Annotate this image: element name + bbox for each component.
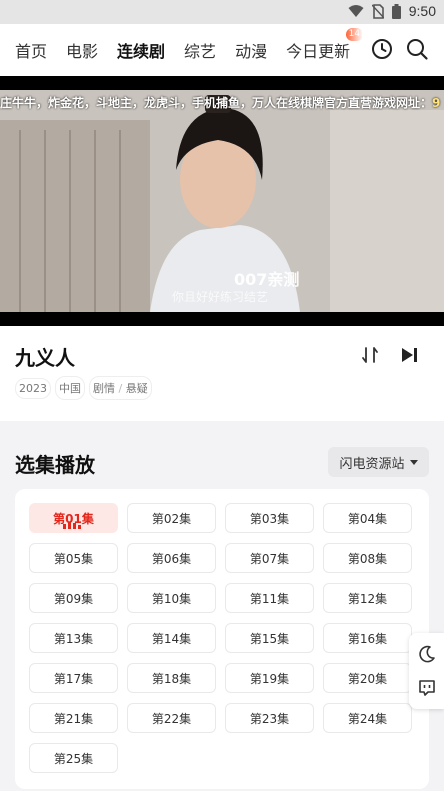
tab-anime[interactable]: 动漫 xyxy=(235,38,267,62)
episode-button[interactable]: 第08集 xyxy=(323,543,412,573)
tab-home[interactable]: 首页 xyxy=(15,38,47,62)
status-bar: 9:50 xyxy=(0,0,444,24)
episode-button[interactable]: 第14集 xyxy=(127,623,216,653)
episode-label: 第18集 xyxy=(151,671,192,686)
episode-button[interactable]: 第10集 xyxy=(127,583,216,613)
episode-label: 第06集 xyxy=(151,551,192,566)
episode-button[interactable]: 第21集 xyxy=(29,703,118,733)
episode-label: 第05集 xyxy=(53,551,94,566)
episode-button[interactable]: 第17集 xyxy=(29,663,118,693)
episode-label: 第22集 xyxy=(151,711,192,726)
genre-tag: 悬疑 xyxy=(125,382,148,395)
tab-movies[interactable]: 电影 xyxy=(66,38,98,62)
episode-button[interactable]: 第04集 xyxy=(323,503,412,533)
episode-button[interactable]: 第23集 xyxy=(225,703,314,733)
tab-series[interactable]: 连续剧 xyxy=(117,38,165,63)
genre-separator: / xyxy=(118,382,123,395)
sort-order-icon[interactable] xyxy=(360,345,380,365)
episodes-header: 选集播放 闪电资源站 xyxy=(0,421,444,487)
episode-label: 第17集 xyxy=(53,671,94,686)
episode-button[interactable]: 第03集 xyxy=(225,503,314,533)
history-icon[interactable] xyxy=(370,37,394,61)
episode-grid: 第01集 第02集 第03集 第04集第05集 第06集 第07集 第08集第09集 第10集… xyxy=(29,503,415,773)
source-label: 闪电资源站 xyxy=(339,456,405,472)
episode-button[interactable]: 第18集 xyxy=(127,663,216,693)
episode-label: 第10集 xyxy=(151,591,192,606)
dark-mode-icon[interactable] xyxy=(418,645,436,663)
marquee-ad: 庄牛牛，炸金花，斗地主，龙虎斗，手机捕鱼，万人在线棋牌官方直营游戏网址：9 xyxy=(0,94,440,111)
status-time: 9:50 xyxy=(408,3,436,19)
episode-label: 第20集 xyxy=(347,671,388,686)
episode-label: 第14集 xyxy=(151,631,192,646)
no-sim-icon xyxy=(371,3,384,19)
episode-button[interactable]: 第22集 xyxy=(127,703,216,733)
episode-button[interactable]: 第20集 xyxy=(323,663,412,693)
year-tag: 2023 xyxy=(15,377,51,399)
video-subtitle: 你且好好练习结艺 xyxy=(172,290,269,304)
chevron-down-icon xyxy=(409,459,418,465)
episode-label: 第23集 xyxy=(249,711,290,726)
episode-label: 第11集 xyxy=(249,591,290,606)
episode-label: 第19集 xyxy=(249,671,290,686)
episode-button[interactable]: 第02集 xyxy=(127,503,216,533)
marquee-text: 庄牛牛，炸金花，斗地主，龙虎斗，手机捕鱼，万人在线棋牌官方直营游戏网址： xyxy=(0,96,433,110)
episode-button[interactable]: 第19集 xyxy=(225,663,314,693)
episode-button[interactable]: 第11集 xyxy=(225,583,314,613)
episode-label: 第25集 xyxy=(53,751,94,766)
video-player[interactable]: 庄牛牛，炸金花，斗地主，龙虎斗，手机捕鱼，万人在线棋牌官方直营游戏网址：9 00… xyxy=(0,76,444,326)
show-meta: 2023 中国 剧情 / 悬疑 xyxy=(15,376,152,400)
genre-tags: 剧情 / 悬疑 xyxy=(89,376,152,400)
episode-list-card: 第01集 第02集 第03集 第04集第05集 第06集 第07集 第08集第09集 第10集… xyxy=(15,489,429,789)
episode-button[interactable]: 第24集 xyxy=(323,703,412,733)
episode-label: 第15集 xyxy=(249,631,290,646)
episode-button[interactable]: 第09集 xyxy=(29,583,118,613)
feedback-icon[interactable] xyxy=(418,679,436,697)
episode-button[interactable]: 第05集 xyxy=(29,543,118,573)
tab-today-updates-label: 今日更新 xyxy=(286,42,351,61)
tab-today-updates[interactable]: 今日更新14 xyxy=(286,28,362,62)
episode-button[interactable]: 第16集 xyxy=(323,623,412,653)
genre-tag: 剧情 xyxy=(93,382,115,395)
episodes-title: 选集播放 xyxy=(15,453,95,477)
episode-button[interactable]: 第12集 xyxy=(323,583,412,613)
episode-button[interactable]: 第07集 xyxy=(225,543,314,573)
episode-label: 第12集 xyxy=(347,591,388,606)
marquee-tail: 9 xyxy=(432,96,441,110)
episode-label: 第13集 xyxy=(53,631,94,646)
tab-variety[interactable]: 综艺 xyxy=(184,38,216,62)
episode-label: 第09集 xyxy=(53,591,94,606)
episode-button[interactable]: 第01集 xyxy=(29,503,118,533)
now-playing-icon xyxy=(63,522,81,529)
floating-toolbar xyxy=(409,633,444,709)
battery-icon xyxy=(391,3,401,19)
top-nav: 首页 电影 连续剧 综艺 动漫 今日更新14 xyxy=(0,24,444,76)
next-episode-icon[interactable] xyxy=(399,345,419,365)
episode-button[interactable]: 第15集 xyxy=(225,623,314,653)
episode-label: 第08集 xyxy=(347,551,388,566)
video-still xyxy=(0,90,444,312)
show-info: 九义人 2023 中国 剧情 / 悬疑 xyxy=(0,326,444,421)
episode-button[interactable]: 第13集 xyxy=(29,623,118,653)
episode-label: 第21集 xyxy=(53,711,94,726)
episode-button[interactable]: 第06集 xyxy=(127,543,216,573)
search-icon[interactable] xyxy=(405,37,429,61)
episode-label: 第16集 xyxy=(347,631,388,646)
region-tag: 中国 xyxy=(55,376,85,400)
tabs-fade xyxy=(345,24,363,76)
category-tabs: 首页 电影 连续剧 综艺 动漫 今日更新14 xyxy=(0,24,362,76)
show-title: 九义人 xyxy=(15,346,75,370)
episode-label: 第03集 xyxy=(249,511,290,526)
source-select[interactable]: 闪电资源站 xyxy=(328,447,429,477)
episode-label: 第24集 xyxy=(347,711,388,726)
video-frame xyxy=(0,90,444,312)
episode-label: 第04集 xyxy=(347,511,388,526)
episode-label: 第02集 xyxy=(151,511,192,526)
video-watermark: 007亲测 xyxy=(234,270,300,289)
episode-button[interactable]: 第25集 xyxy=(29,743,118,773)
wifi-icon xyxy=(348,5,364,17)
episode-label: 第07集 xyxy=(249,551,290,566)
